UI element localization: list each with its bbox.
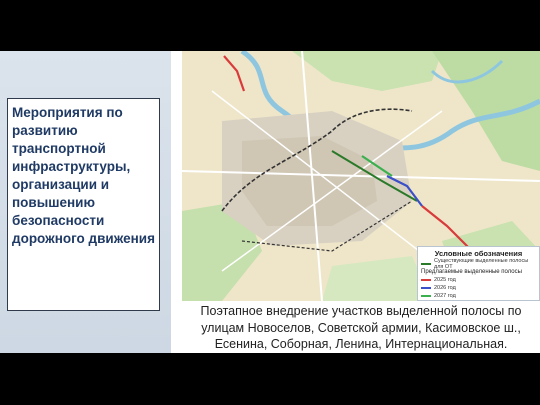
map-legend: Условные обозначения Существующие выделе…: [417, 246, 540, 301]
left-panel: Мероприятия по развитию транспортной инф…: [0, 51, 171, 353]
legend-swatch-2025: [421, 279, 431, 281]
legend-item-label: 2027 год: [434, 293, 456, 299]
panel-divider: [171, 51, 173, 353]
slide-title: Мероприятия по развитию транспортной инф…: [12, 105, 155, 246]
presentation-slide: Мероприятия по развитию транспортной инф…: [0, 51, 540, 353]
legend-swatch-2026: [421, 287, 431, 289]
legend-title: Условные обозначения: [434, 249, 523, 258]
legend-swatch-2027: [421, 295, 431, 297]
legend-item-2027: 2027 год: [421, 292, 536, 300]
legend-proposed-title: Предлагаемые выделенные полосы: [421, 269, 522, 275]
legend-item-2025: 2025 год: [421, 276, 536, 284]
title-box: Мероприятия по развитию транспортной инф…: [7, 98, 160, 311]
legend-item-label: 2025 год: [434, 277, 456, 283]
map-caption: Поэтапное внедрение участков выделенной …: [200, 304, 522, 351]
legend-item-label: 2026 год: [434, 285, 456, 291]
legend-existing: Существующие выделенные полосы для ОТ: [421, 258, 536, 270]
legend-item-2026: 2026 год: [421, 284, 536, 292]
legend-swatch-existing: [421, 263, 431, 265]
